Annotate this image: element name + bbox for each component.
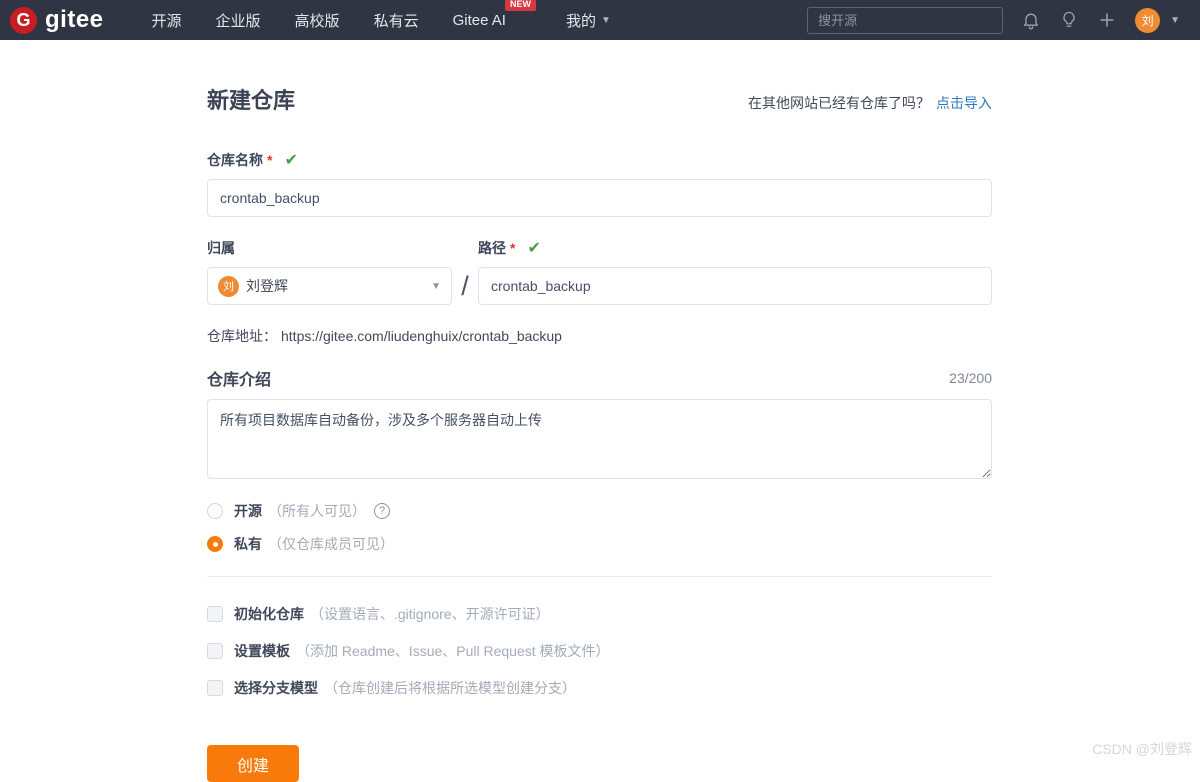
repo-url-row: 仓库地址： https://gitee.com/liudenghuix/cront…	[207, 326, 992, 346]
gitee-logo-icon: G	[10, 6, 37, 34]
set-template-label: 设置模板	[234, 643, 290, 659]
public-hint: （所有人可见）	[268, 503, 366, 519]
help-question-icon[interactable]: ?	[374, 503, 390, 519]
bulb-icon[interactable]	[1059, 10, 1079, 30]
owner-avatar: 刘	[218, 275, 239, 297]
owner-label: 归属	[207, 240, 235, 256]
avatar-chevron-down-icon[interactable]: ▼	[1170, 15, 1180, 26]
menu-item-mine[interactable]: 我的 ▼	[566, 10, 611, 31]
branch-model-label: 选择分支模型	[234, 680, 318, 696]
private-label: 私有	[234, 536, 262, 552]
checkbox-icon[interactable]	[207, 606, 223, 622]
user-avatar[interactable]: 刘	[1135, 7, 1161, 33]
repo-options: 初始化仓库 （设置语言、.gitignore、开源许可证） 设置模板 （添加 R…	[207, 604, 992, 698]
visibility-radio-group: 开源 （所有人可见） ? 私有 （仅仓库成员可见）	[207, 501, 992, 554]
set-template-hint: （添加 Readme、Issue、Pull Request 模板文件）	[296, 643, 610, 659]
radio-unchecked-icon[interactable]	[207, 503, 223, 519]
navbar-right: 刘 ▼	[807, 6, 1180, 34]
visibility-option-public[interactable]: 开源 （所有人可见） ?	[207, 501, 992, 521]
main-menu: 开源 企业版 高校版 私有云 Gitee AI NEW 我的 ▼	[152, 0, 611, 31]
repo-url-label: 仓库地址：	[207, 328, 277, 344]
description-label-row: 仓库介绍 23/200	[207, 366, 992, 390]
gitee-ai-label: Gitee AI	[452, 11, 506, 29]
owner-select[interactable]: 刘 刘登辉 ▼	[207, 267, 452, 305]
page-title: 新建仓库	[207, 88, 296, 113]
menu-item-enterprise[interactable]: 企业版	[216, 10, 261, 31]
visibility-option-private[interactable]: 私有 （仅仓库成员可见）	[207, 534, 992, 554]
new-repo-form: 新建仓库 在其他网站已经有仓库了吗？ 点击导入 仓库名称 * ✔ 归属 刘 刘登辉…	[207, 40, 992, 782]
menu-item-education[interactable]: 高校版	[295, 10, 340, 31]
init-repo-label: 初始化仓库	[234, 606, 304, 622]
option-init-repo[interactable]: 初始化仓库 （设置语言、.gitignore、开源许可证）	[207, 604, 992, 624]
owner-label-row: 归属	[207, 238, 452, 258]
top-navbar: G gitee 开源 企业版 高校版 私有云 Gitee AI NEW 我的 ▼…	[0, 0, 1200, 40]
path-field: 路径 * ✔	[478, 238, 992, 305]
path-separator: /	[461, 271, 469, 301]
char-counter: 23/200	[949, 370, 992, 386]
repo-name-label-row: 仓库名称 * ✔	[207, 150, 992, 170]
path-label-row: 路径 * ✔	[478, 238, 992, 258]
search-input[interactable]	[807, 6, 1004, 34]
bell-icon[interactable]	[1021, 10, 1041, 30]
branch-model-hint: （仓库创建后将根据所选模型创建分支）	[324, 680, 576, 696]
valid-check-icon: ✔	[284, 152, 298, 169]
radio-checked-icon[interactable]	[207, 536, 223, 552]
description-label: 仓库介绍	[207, 372, 272, 389]
gitee-logo[interactable]: G gitee	[10, 6, 104, 34]
import-link[interactable]: 点击导入	[936, 95, 992, 111]
checkbox-icon[interactable]	[207, 680, 223, 696]
csdn-watermark: CSDN @刘登辉	[1092, 741, 1192, 757]
description-textarea[interactable]: 所有项目数据库自动备份，涉及多个服务器自动上传	[207, 399, 992, 479]
select-chevron-down-icon: ▼	[431, 280, 441, 292]
chevron-down-icon: ▼	[600, 14, 611, 26]
checkbox-icon[interactable]	[207, 643, 223, 659]
private-hint: （仅仓库成员可见）	[268, 536, 394, 552]
option-set-template[interactable]: 设置模板 （添加 Readme、Issue、Pull Request 模板文件）	[207, 641, 992, 661]
repo-name-label: 仓库名称	[207, 152, 263, 168]
description-field: 仓库介绍 23/200 所有项目数据库自动备份，涉及多个服务器自动上传	[207, 366, 992, 484]
owner-selected-name: 刘登辉	[246, 278, 288, 294]
import-hint: 在其他网站已经有仓库了吗？ 点击导入	[748, 93, 992, 113]
path-valid-check-icon: ✔	[527, 240, 541, 257]
new-badge: NEW	[504, 0, 536, 11]
create-button[interactable]: 创建	[207, 745, 300, 782]
menu-item-private-cloud[interactable]: 私有云	[374, 10, 419, 31]
repo-url-value: https://gitee.com/liudenghuix/crontab_ba…	[281, 328, 562, 344]
gitee-logo-text: gitee	[45, 6, 104, 33]
plus-icon[interactable]	[1097, 10, 1117, 30]
option-branch-model[interactable]: 选择分支模型 （仓库创建后将根据所选模型创建分支）	[207, 678, 992, 698]
owner-field: 归属 刘 刘登辉 ▼	[207, 238, 452, 305]
title-row: 新建仓库 在其他网站已经有仓库了吗？ 点击导入	[207, 83, 992, 115]
menu-item-gitee-ai[interactable]: Gitee AI NEW	[452, 0, 536, 29]
repo-path-input[interactable]	[478, 267, 992, 305]
menu-item-opensource[interactable]: 开源	[152, 10, 182, 31]
init-repo-hint: （设置语言、.gitignore、开源许可证）	[310, 606, 550, 622]
required-asterisk: *	[267, 152, 273, 168]
owner-path-row: 归属 刘 刘登辉 ▼ / 路径 * ✔	[207, 238, 992, 305]
mine-label: 我的	[565, 12, 596, 30]
repo-name-field: 仓库名称 * ✔	[207, 150, 992, 217]
path-required-asterisk: *	[510, 240, 516, 256]
public-label: 开源	[234, 503, 262, 519]
import-hint-text: 在其他网站已经有仓库了吗？	[748, 95, 930, 111]
path-label: 路径	[478, 240, 506, 256]
repo-name-input[interactable]	[207, 179, 992, 217]
section-divider	[207, 576, 992, 577]
